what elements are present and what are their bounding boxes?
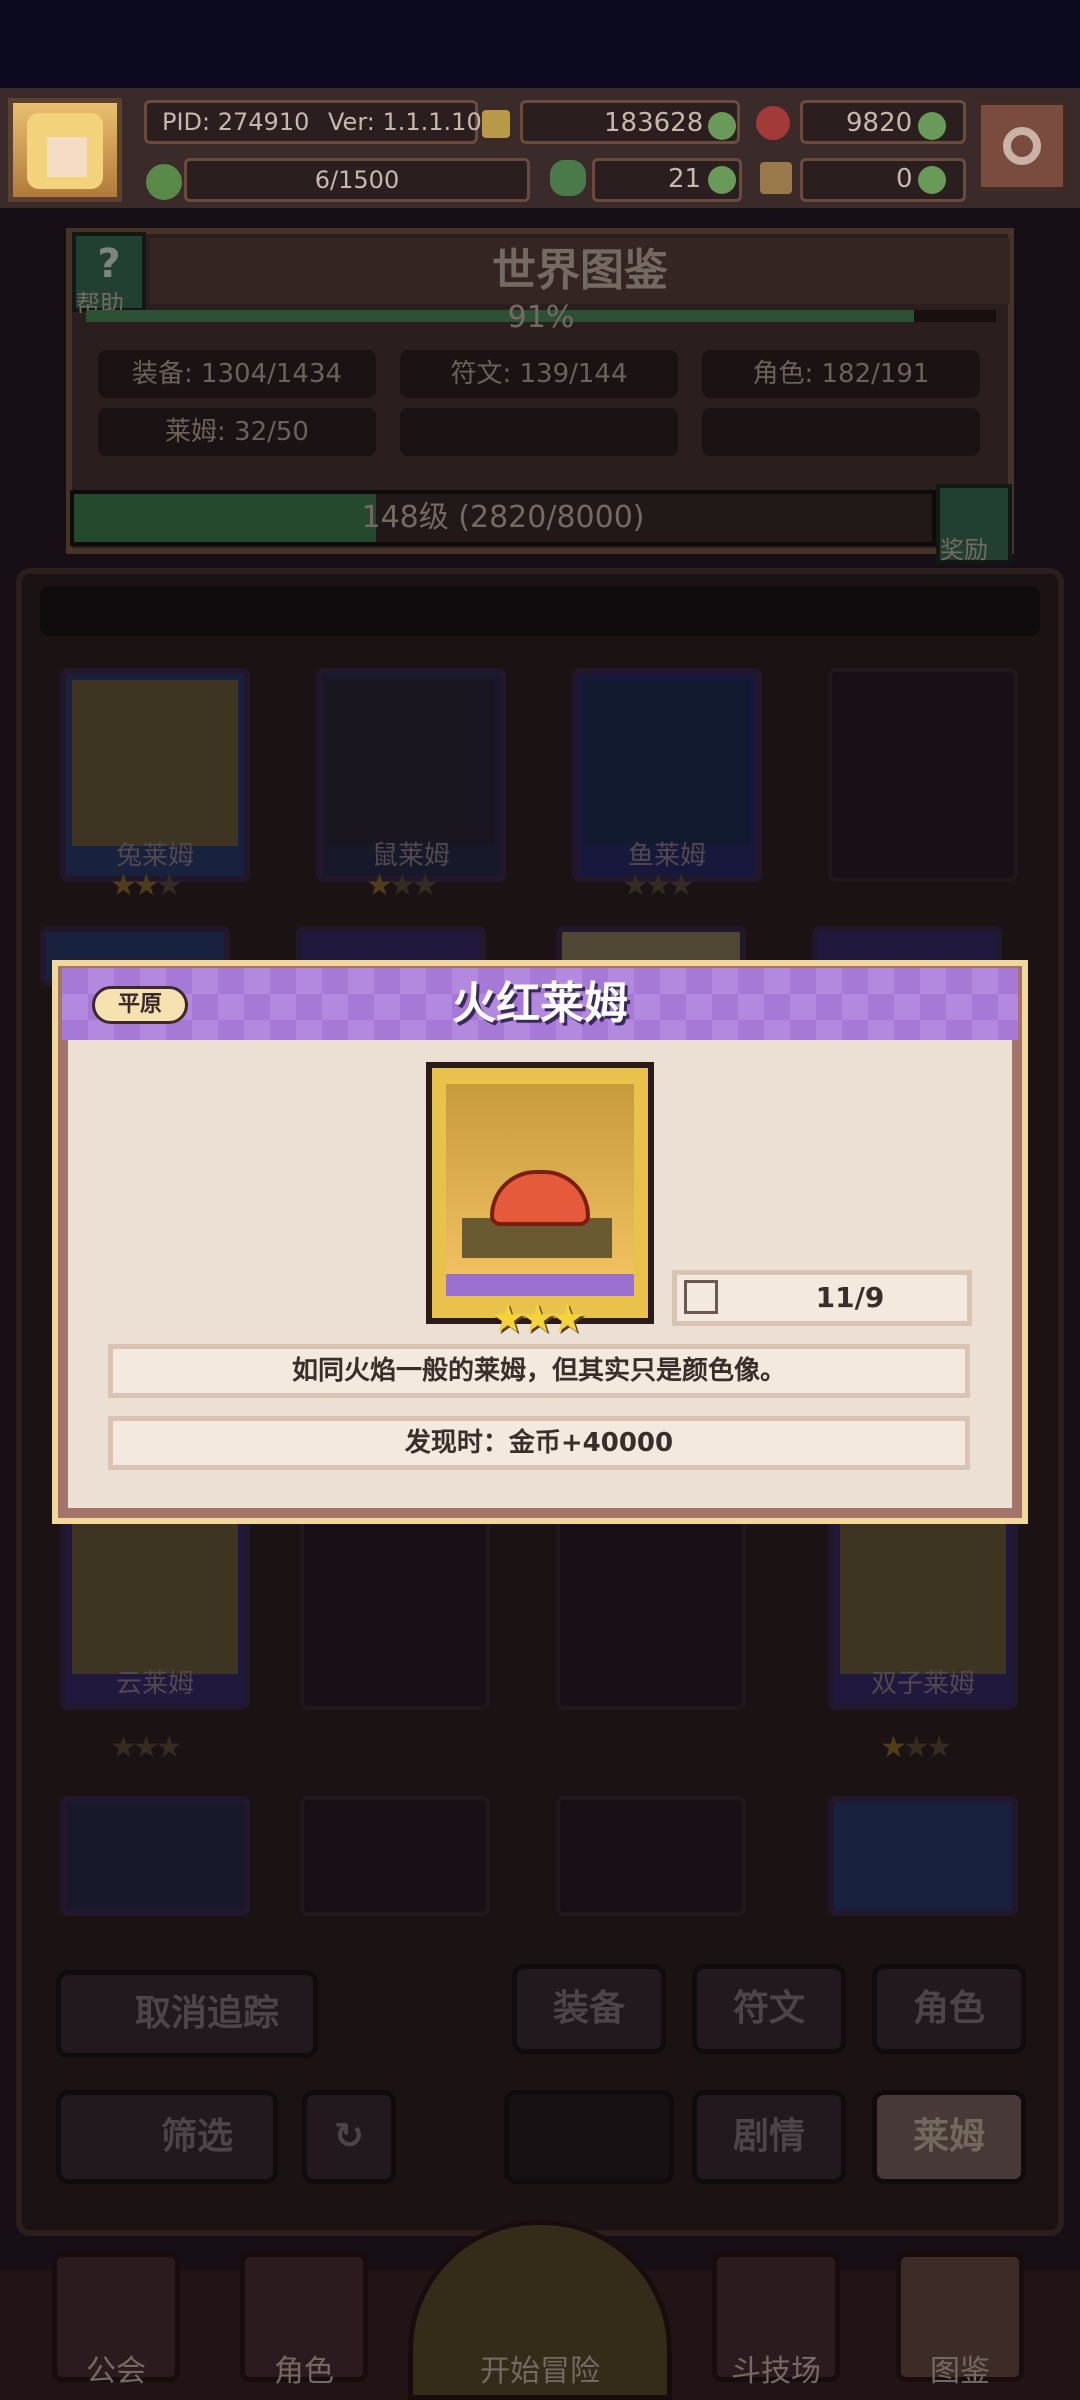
habitat-tag: 平原 — [92, 986, 188, 1024]
gem-icon — [756, 106, 790, 140]
grid-icon — [684, 1280, 718, 1314]
dialog-title: 火红莱姆 — [452, 978, 628, 1029]
stamina-icon — [146, 164, 182, 200]
slime-portrait-card — [426, 1062, 654, 1324]
player-avatar[interactable] — [8, 98, 122, 202]
pid-text: PID: 274910 — [162, 108, 310, 136]
stamina-text: 6/1500 — [314, 166, 400, 194]
clover-amount: 21 — [668, 164, 702, 194]
add-gem-icon[interactable] — [918, 112, 946, 140]
ticket-amount: 0 — [896, 164, 913, 194]
discover-reward: 发现时：金币+40000 — [108, 1416, 970, 1470]
coin-icon — [482, 110, 510, 138]
gold-amount: 183628 — [604, 108, 704, 138]
settings-gear-icon[interactable] — [976, 100, 1068, 192]
count-text: 11/9 — [815, 1281, 885, 1314]
add-gold-icon[interactable] — [708, 112, 736, 140]
clover-icon — [550, 160, 586, 196]
version-text: Ver: 1.1.1.10 — [328, 108, 482, 136]
add-clover-icon[interactable] — [708, 166, 736, 194]
ticket-icon — [760, 162, 792, 194]
add-ticket-icon[interactable] — [918, 166, 946, 194]
status-bar — [0, 0, 1080, 88]
slime-stars: ★★★ — [490, 1296, 586, 1342]
slime-description: 如同火焰一般的莱姆，但其实只是颜色像。 — [108, 1344, 970, 1398]
gem-amount: 9820 — [846, 108, 913, 138]
